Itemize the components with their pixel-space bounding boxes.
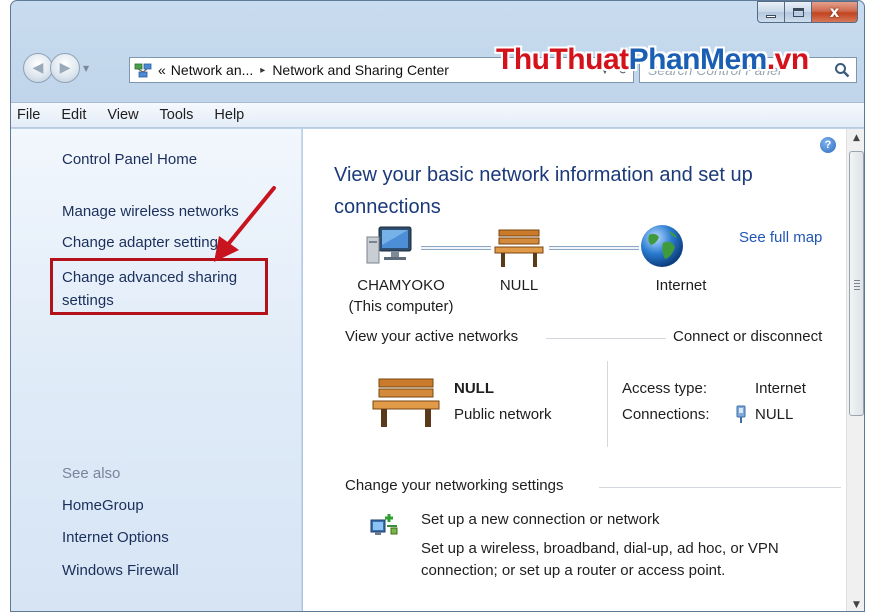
see-full-map-link[interactable]: See full map: [739, 229, 822, 246]
scroll-up-icon[interactable]: ▲: [847, 129, 864, 146]
menu-file[interactable]: File: [17, 107, 40, 123]
new-connection-icon: [370, 514, 398, 535]
maximize-button[interactable]: [785, 1, 812, 23]
connection-plug-icon: [736, 405, 746, 423]
forward-arrow-icon: ▶: [59, 60, 71, 76]
forward-button[interactable]: ▶: [50, 53, 80, 83]
bench-icon: [494, 229, 544, 267]
access-type-label: Access type:: [622, 380, 708, 397]
scroll-down-icon[interactable]: ▼: [847, 596, 864, 611]
close-button[interactable]: x: [812, 1, 858, 23]
navigation-buttons: ◀ ▶ ▼: [23, 53, 93, 83]
change-settings-divider: [599, 487, 841, 488]
active-network-bench-icon: [372, 378, 440, 427]
network-sharing-window: x ◀ ▶ ▼ « Network an... ▸ Network and Sh…: [10, 0, 865, 612]
network-type-link[interactable]: Public network: [454, 406, 552, 423]
setup-new-connection-link[interactable]: Set up a new connection or network: [421, 511, 659, 528]
computer-icon: [366, 226, 412, 264]
connector-network-internet: [549, 246, 639, 250]
internet-globe-icon: [641, 225, 683, 267]
help-icon[interactable]: ?: [820, 137, 836, 153]
minimize-button[interactable]: [757, 1, 785, 23]
connection-null-link[interactable]: NULL: [755, 406, 793, 423]
connect-or-disconnect-link[interactable]: Connect or disconnect: [673, 328, 822, 345]
vertical-scrollbar[interactable]: ▲ ▼: [846, 129, 864, 611]
scroll-grip-icon: [854, 280, 860, 292]
menu-edit[interactable]: Edit: [61, 107, 86, 123]
change-adapter-settings-link[interactable]: Change adapter settings: [62, 234, 225, 251]
menu-help[interactable]: Help: [214, 107, 244, 123]
breadcrumb-network-internet[interactable]: Network an...: [171, 62, 253, 78]
active-networks-divider: [546, 338, 666, 339]
main-content: ? View your basic network information an…: [303, 129, 846, 611]
caption-buttons: x: [757, 1, 858, 23]
menu-view[interactable]: View: [107, 107, 138, 123]
windows-firewall-link[interactable]: Windows Firewall: [62, 562, 179, 579]
breadcrumb-separator[interactable]: ▸: [260, 65, 265, 76]
connector-computer-network: [421, 246, 491, 250]
control-panel-home-link[interactable]: Control Panel Home: [62, 151, 197, 168]
back-arrow-icon: ◀: [32, 60, 44, 76]
computer-name-label: CHAMYOKO (This computer): [348, 277, 454, 315]
see-also-heading: See also: [62, 465, 121, 482]
site-watermark: ThuThuatPhanMem.vn: [496, 43, 809, 76]
highlight-box: [50, 258, 268, 315]
breadcrumb-overflow-chevron[interactable]: «: [158, 62, 166, 78]
menu-bar: File Edit View Tools Help: [11, 102, 864, 128]
back-button[interactable]: ◀: [23, 53, 53, 83]
search-icon[interactable]: [834, 62, 850, 78]
active-networks-heading: View your active networks: [345, 328, 519, 345]
network-folder-icon: [134, 63, 152, 78]
task-pane: Control Panel Home Manage wireless netwo…: [11, 129, 302, 611]
map-internet-label: Internet: [655, 277, 707, 294]
internet-options-link[interactable]: Internet Options: [62, 529, 169, 546]
active-network-name: NULL: [454, 380, 494, 397]
recent-pages-dropdown[interactable]: ▼: [83, 64, 93, 73]
change-networking-settings-heading: Change your networking settings: [345, 477, 564, 494]
menu-tools[interactable]: Tools: [160, 107, 194, 123]
breadcrumb-network-sharing-center[interactable]: Network and Sharing Center: [272, 62, 449, 78]
map-network-name: NULL: [499, 277, 539, 294]
setup-connection-description: Set up a wireless, broadband, dial-up, a…: [421, 540, 779, 579]
close-icon: x: [829, 3, 840, 21]
scroll-thumb[interactable]: [849, 151, 864, 416]
minimize-icon: [766, 14, 776, 18]
maximize-icon: [792, 7, 804, 17]
connections-label: Connections:: [622, 406, 710, 423]
red-arrow-annotation: [214, 186, 276, 262]
page-title: View your basic network information and …: [334, 164, 753, 218]
homegroup-link[interactable]: HomeGroup: [62, 497, 144, 514]
active-networks-vertical-divider: [607, 361, 608, 447]
access-type-value: Internet: [755, 380, 806, 397]
